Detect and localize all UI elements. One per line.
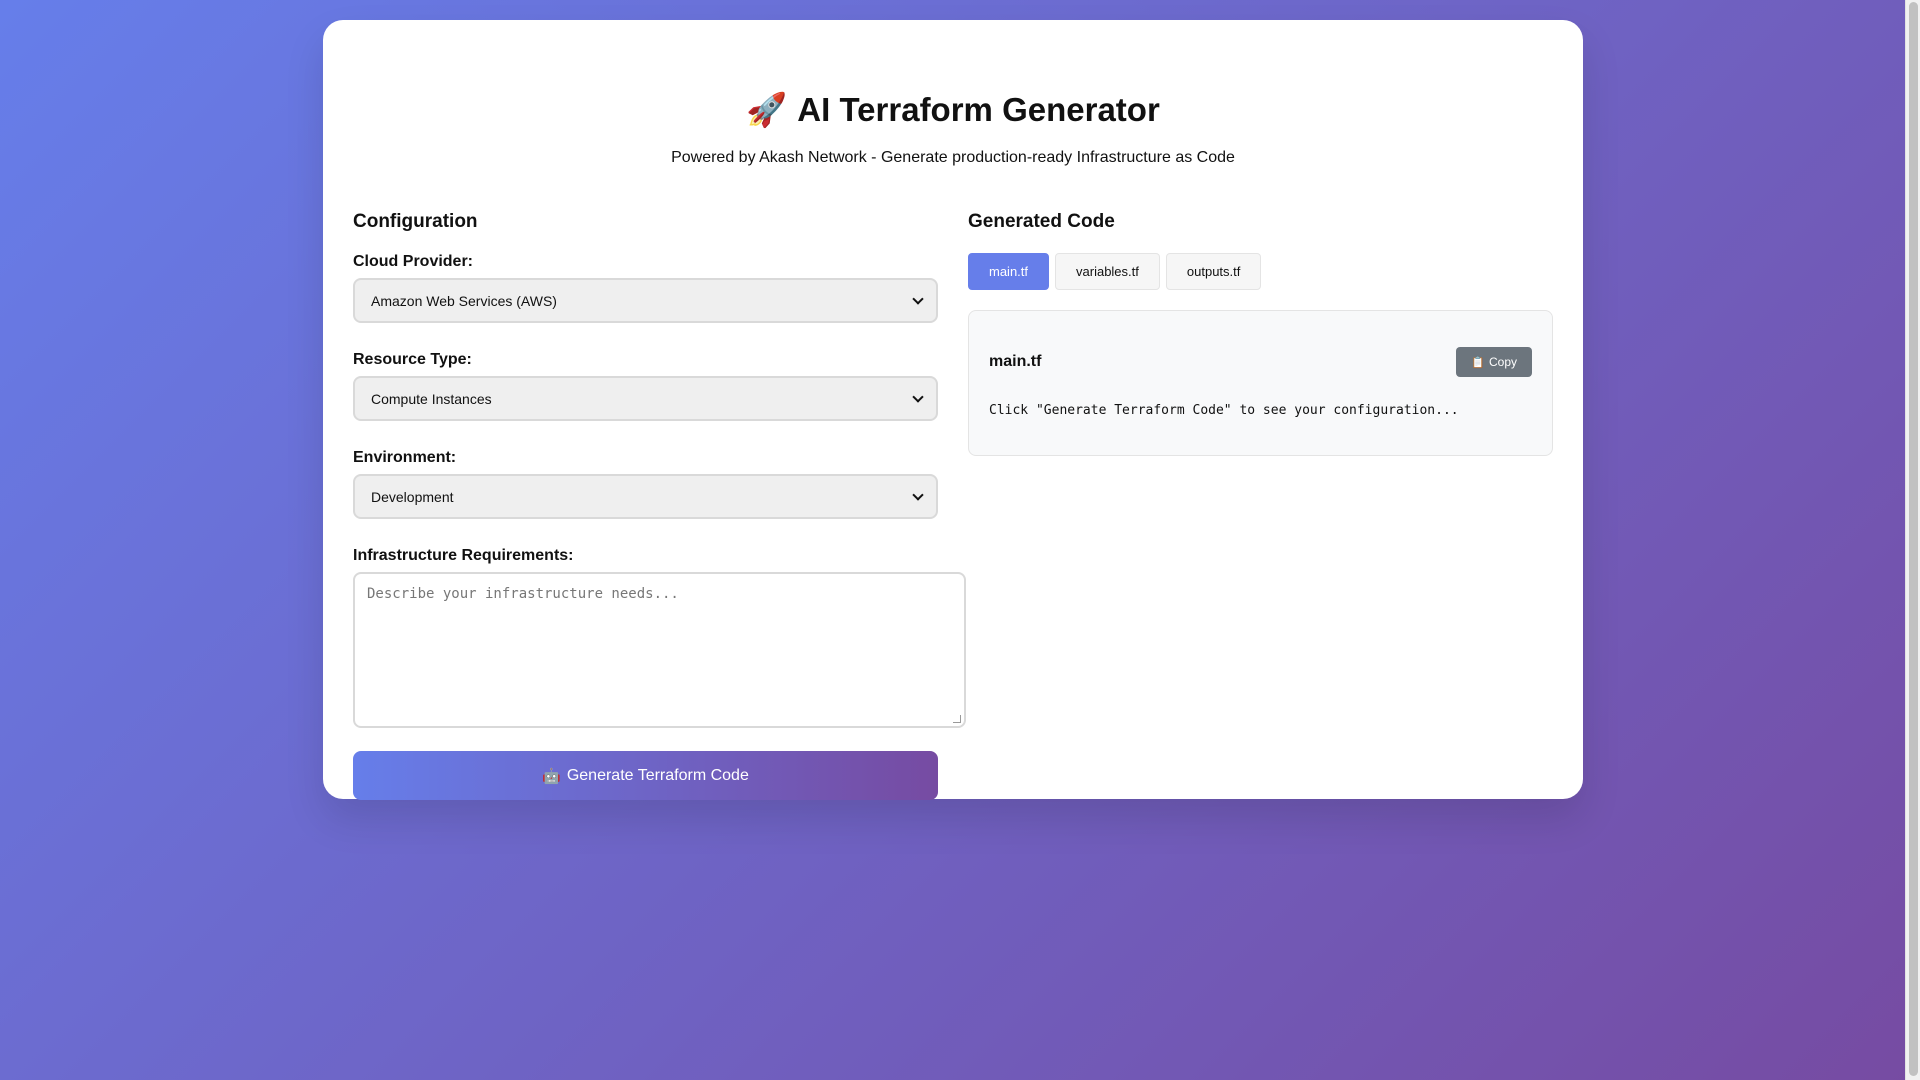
code-panel: main.tf 📋 Copy Click "Generate Terraform… — [968, 310, 1553, 456]
header: 🚀 AI Terraform Generator Powered by Akas… — [353, 90, 1553, 167]
generate-button-label: Generate Terraform Code — [566, 766, 749, 784]
environment-label: Environment: — [353, 449, 457, 466]
chevron-down-icon — [912, 292, 924, 305]
page-subtitle: Powered by Akash Network - Generate prod… — [671, 149, 1235, 166]
chevron-down-icon — [912, 390, 924, 403]
rocket-icon: 🚀 — [746, 90, 788, 129]
chevron-down-icon — [912, 488, 924, 501]
main-card: 🚀 AI Terraform Generator Powered by Akas… — [323, 20, 1583, 800]
code-panel-header: main.tf 📋 Copy — [989, 347, 1532, 377]
cloud-provider-select[interactable]: Amazon Web Services (AWS) — [353, 278, 938, 323]
scrollbar-thumb[interactable] — [1909, 2, 1918, 1076]
copy-button[interactable]: 📋 Copy — [1456, 347, 1532, 377]
tab-variables-tf[interactable]: variables.tf — [1055, 253, 1160, 290]
tab-main-tf[interactable]: main.tf — [968, 253, 1050, 290]
resource-type-label: Resource Type: — [353, 351, 472, 368]
generate-button[interactable]: 🤖 Generate Terraform Code — [353, 751, 938, 800]
generated-code-panel: Generated Code main.tf variables.tf outp… — [968, 211, 1553, 800]
requirements-placeholder: Describe your infrastructure needs... — [367, 586, 679, 602]
cloud-provider-label: Cloud Provider: — [353, 253, 474, 270]
content-grid: Configuration Cloud Provider: Amazon Web… — [353, 211, 1553, 800]
environment-select[interactable]: Development — [353, 474, 938, 519]
resize-handle[interactable] — [953, 715, 961, 723]
configuration-title: Configuration — [353, 211, 478, 232]
code-output: Click "Generate Terraform Code" to see y… — [989, 403, 1459, 418]
copy-button-label: Copy — [1488, 355, 1517, 369]
page-title-text: AI Terraform Generator — [797, 91, 1160, 128]
resource-type-value: Compute Instances — [371, 390, 492, 407]
requirements-label: Infrastructure Requirements: — [353, 547, 574, 564]
configuration-panel: Configuration Cloud Provider: Amazon Web… — [353, 211, 966, 800]
tab-outputs-tf[interactable]: outputs.tf — [1165, 253, 1262, 290]
clipboard-icon: 📋 — [1471, 355, 1485, 369]
page-title: 🚀 AI Terraform Generator — [746, 90, 1160, 130]
requirements-textarea[interactable]: Describe your infrastructure needs... — [353, 572, 966, 728]
robot-icon: 🤖 — [542, 766, 561, 785]
generated-code-title: Generated Code — [968, 211, 1115, 232]
scrollbar[interactable] — [1905, 0, 1920, 1080]
code-filename: main.tf — [989, 353, 1042, 370]
cloud-provider-value: Amazon Web Services (AWS) — [371, 292, 557, 309]
environment-value: Development — [371, 488, 454, 505]
file-tabs: main.tf variables.tf outputs.tf — [968, 253, 1553, 290]
resource-type-select[interactable]: Compute Instances — [353, 376, 938, 421]
